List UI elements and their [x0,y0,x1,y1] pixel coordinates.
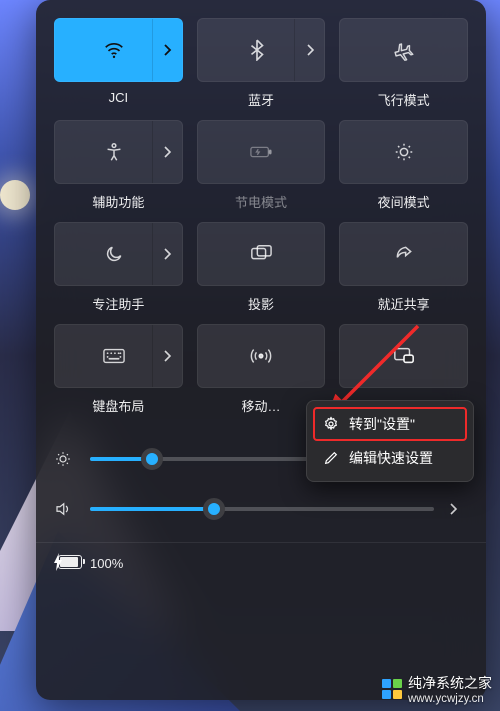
project-tile[interactable] [197,222,326,286]
volume-slider-row [54,484,468,534]
focus-assist-label: 专注助手 [92,294,144,312]
airplane-mode-label: 飞行模式 [378,90,430,108]
accessibility-tile[interactable] [54,120,183,184]
wifi-label: JCI [109,90,129,108]
go-to-settings-item[interactable]: 转到"设置" [313,407,467,441]
battery-percent-text: 100% [90,556,123,571]
bluetooth-expand-button[interactable] [294,19,324,81]
project-icon [250,243,272,265]
brightness-icon [54,450,76,468]
bluetooth-icon [246,39,268,61]
keyboard-icon [103,345,125,367]
mobile-hotspot-label: 移动… [241,396,280,414]
airplane-mode-tile[interactable] [339,18,468,82]
focus-assist-expand-button[interactable] [152,223,182,285]
moon-icon [103,243,125,265]
hotspot-icon [250,345,272,367]
bottom-bar: 100% [54,543,468,572]
accessibility-label: 辅助功能 [92,192,144,210]
keyboard-layout-tile[interactable] [54,324,183,388]
bluetooth-label: 蓝牙 [248,90,274,108]
share-icon [393,243,415,265]
night-light-icon [393,141,415,163]
pencil-icon [323,450,339,466]
battery-charging-icon [58,555,82,572]
night-light-label: 夜间模式 [378,192,430,210]
keyboard-layout-expand-button[interactable] [152,325,182,387]
volume-fill [90,507,214,511]
keyboard-layout-label: 键盘布局 [92,396,144,414]
battery-saver-label: 节电模式 [235,192,287,210]
battery-saver-icon [250,141,272,163]
edit-quick-settings-label: 编辑快速设置 [349,448,433,468]
watermark-url: www.ycwjzy.cn [408,693,492,705]
focus-assist-tile[interactable] [54,222,183,286]
watermark-logo [382,679,402,699]
accessibility-expand-button[interactable] [152,121,182,183]
bluetooth-tile[interactable] [197,18,326,82]
nearby-share-tile[interactable] [339,222,468,286]
accessibility-icon [103,141,125,163]
wifi-tile[interactable] [54,18,183,82]
context-menu: 转到"设置" 编辑快速设置 [306,400,474,482]
watermark: 纯净系统之家 www.ycwjzy.cn [374,667,500,711]
brightness-thumb[interactable] [141,448,163,470]
wifi-icon [103,39,125,61]
project-label: 投影 [248,294,274,312]
airplane-icon [393,39,415,61]
watermark-title: 纯净系统之家 [408,673,492,693]
mobile-hotspot-tile[interactable] [197,324,326,388]
edit-quick-settings-item[interactable]: 编辑快速设置 [313,441,467,475]
nearby-share-label: 就近共享 [378,294,430,312]
wallpaper-sun [0,180,30,210]
cast-tile[interactable] [339,324,468,388]
volume-expand-button[interactable] [448,502,468,516]
wifi-expand-button[interactable] [152,19,182,81]
night-light-tile[interactable] [339,120,468,184]
cast-icon [393,345,415,367]
quick-settings-grid: JCI 蓝牙 [54,18,468,414]
quick-settings-panel: JCI 蓝牙 [36,0,486,700]
volume-icon [54,500,76,518]
gear-icon [323,416,339,432]
volume-slider[interactable] [90,507,434,511]
battery-saver-tile[interactable] [197,120,326,184]
go-to-settings-label: 转到"设置" [349,414,415,434]
volume-thumb[interactable] [203,498,225,520]
